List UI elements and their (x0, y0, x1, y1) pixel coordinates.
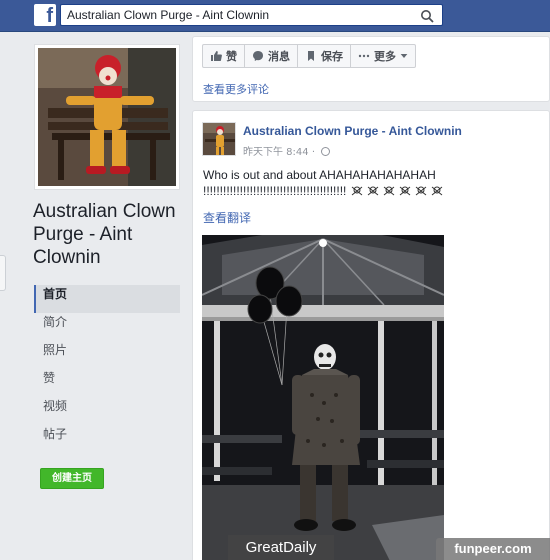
skull-crossbones-icon (351, 186, 443, 196)
save-label: 保存 (321, 50, 343, 63)
thumbs-up-icon (211, 51, 222, 61)
top-bar: f Australian Clown Purge - Aint Clownin (0, 0, 550, 32)
see-translation-link[interactable]: 查看翻译 (203, 209, 251, 226)
save-button[interactable]: 保存 (297, 44, 351, 68)
search-value[interactable]: Australian Clown Purge - Aint Clownin (67, 8, 269, 22)
action-bar: 赞 消息 保存 更多 (202, 44, 416, 68)
page-nav: 首页 简介 照片 赞 视频 帖子 (34, 285, 180, 453)
like-label: 赞 (226, 50, 237, 63)
post-time-text: 昨天下午 8:44 · (243, 147, 319, 158)
nav-item-videos[interactable]: 视频 (34, 397, 180, 425)
post-card: Australian Clown Purge - Aint Clownin 昨天… (192, 110, 550, 560)
clown-with-balloons-photo (202, 235, 444, 560)
ellipsis-icon (358, 54, 370, 58)
logo-letter: f (46, 5, 53, 27)
nav-item-about[interactable]: 简介 (34, 313, 180, 341)
page-title[interactable]: Australian Clown Purge - Aint Clownin (33, 200, 183, 269)
facebook-logo-icon[interactable]: f (34, 4, 56, 27)
nav-item-photos[interactable]: 照片 (34, 341, 180, 369)
messenger-icon (253, 51, 263, 61)
post-author-name[interactable]: Australian Clown Purge - Aint Clownin (243, 124, 462, 138)
chevron-down-icon (400, 54, 408, 58)
create-page-button[interactable]: 创建主页 (40, 468, 104, 489)
nav-item-home[interactable]: 首页 (34, 285, 180, 313)
message-button[interactable]: 消息 (244, 44, 298, 68)
post-author-avatar[interactable] (202, 122, 236, 156)
globe-icon (321, 147, 331, 156)
view-more-comments-link[interactable]: 查看更多评论 (203, 81, 269, 97)
bookmark-icon (308, 51, 314, 61)
profile-picture[interactable] (34, 44, 180, 190)
nav-item-likes[interactable]: 赞 (34, 369, 180, 397)
greatdaily-watermark: GreatDaily (228, 535, 334, 560)
post-exclamations: !!!!!!!!!!!!!!!!!!!!!!!!!!!!!!!!!!!!!!!!… (203, 184, 347, 198)
avatar-image (203, 123, 235, 155)
clown-on-bench-image (38, 48, 176, 186)
page-actions-card: 赞 消息 保存 更多 查看更多评论 (192, 36, 550, 102)
more-button[interactable]: 更多 (350, 44, 416, 68)
search-icon[interactable] (420, 9, 434, 23)
search-input[interactable]: Australian Clown Purge - Aint Clownin (60, 4, 443, 26)
more-label: 更多 (374, 50, 396, 63)
funpeer-watermark: funpeer.com (436, 538, 550, 560)
nav-item-posts[interactable]: 帖子 (34, 425, 180, 453)
post-photo[interactable] (202, 235, 444, 560)
post-text-line-1: Who is out and about AHAHAHAHAHAHAH (203, 168, 436, 182)
collapse-handle[interactable] (0, 255, 6, 291)
like-button[interactable]: 赞 (202, 44, 245, 68)
post-timestamp[interactable]: 昨天下午 8:44 · (243, 143, 331, 158)
post-text-line-2: !!!!!!!!!!!!!!!!!!!!!!!!!!!!!!!!!!!!!!!!… (203, 183, 543, 199)
message-label: 消息 (268, 50, 290, 63)
